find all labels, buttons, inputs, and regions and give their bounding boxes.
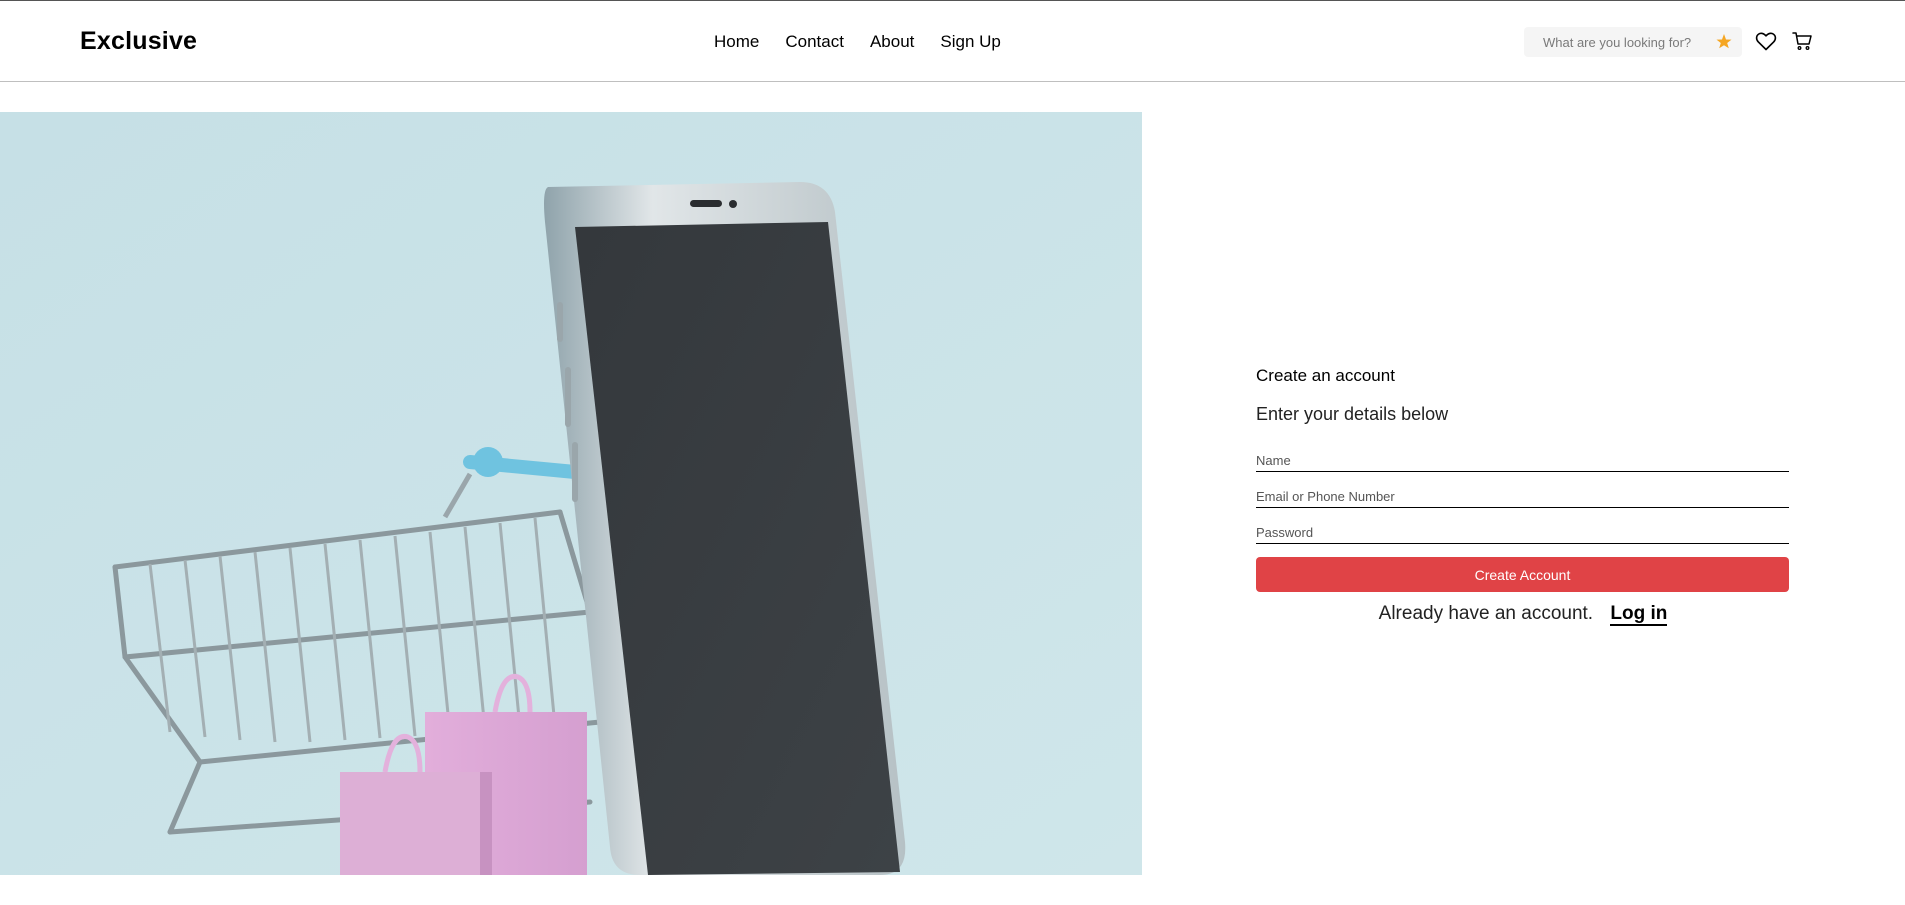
search-input[interactable]	[1524, 27, 1704, 57]
form-title: Create an account	[1256, 366, 1395, 385]
name-field[interactable]	[1256, 449, 1789, 472]
email-or-phone-field[interactable]	[1256, 485, 1789, 508]
login-prompt-row: Already have an account. Log in	[1256, 603, 1790, 626]
nav-about[interactable]: About	[870, 32, 914, 52]
cart-icon[interactable]	[1790, 29, 1814, 53]
login-link[interactable]: Log in	[1610, 603, 1668, 626]
heart-icon[interactable]	[1754, 29, 1778, 53]
search-box	[1524, 27, 1742, 57]
site-logo[interactable]: Exclusive	[80, 27, 197, 56]
main-nav: Home Contact About Sign Up	[714, 32, 1027, 52]
create-account-button[interactable]: Create Account	[1256, 557, 1789, 592]
nav-home[interactable]: Home	[714, 32, 759, 52]
phone-cart-illustration	[0, 112, 1142, 875]
nav-contact[interactable]: Contact	[785, 32, 844, 52]
form-subtitle: Enter your details below	[1256, 404, 1449, 424]
nav-sign-up[interactable]: Sign Up	[940, 32, 1000, 52]
star-icon[interactable]	[1716, 31, 1732, 51]
hero-image	[0, 112, 1142, 875]
login-prompt-text: Already have an account.	[1378, 603, 1594, 624]
password-field[interactable]	[1256, 521, 1789, 544]
signup-form: Create an account Enter your details bel…	[1256, 366, 1790, 626]
site-header: Exclusive Home Contact About Sign Up	[0, 1, 1905, 82]
